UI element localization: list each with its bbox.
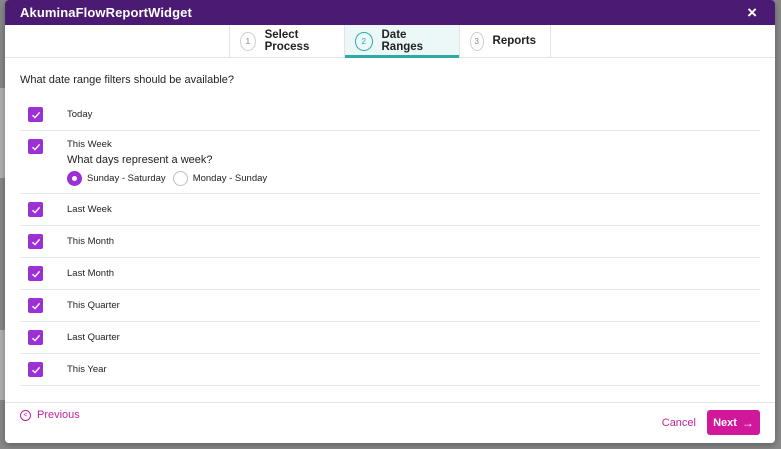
monday-sunday-radio[interactable]: Monday - Sunday bbox=[172, 171, 268, 186]
option-label: This Quarter bbox=[67, 300, 120, 311]
this-year-checkbox[interactable] bbox=[28, 362, 43, 377]
previous-label: Previous bbox=[37, 409, 80, 421]
option-this-month: This Month bbox=[20, 226, 760, 258]
last-month-checkbox[interactable] bbox=[28, 266, 43, 281]
option-label: Last Week bbox=[67, 204, 112, 215]
radio-unselected-icon bbox=[172, 171, 188, 186]
dialog-body: What date range filters should be availa… bbox=[5, 58, 775, 386]
date-range-options: Today This Week What days represent a we… bbox=[20, 99, 760, 386]
option-this-week: This Week What days represent a week? Su… bbox=[20, 131, 760, 194]
option-label: This Week bbox=[67, 139, 112, 150]
step-label: Select Process bbox=[264, 29, 310, 53]
week-days-radio-group: Sunday - Saturday Monday - Sunday bbox=[67, 171, 274, 186]
option-label: Last Month bbox=[67, 268, 114, 279]
checkmark-icon bbox=[31, 111, 40, 119]
step-number: 2 bbox=[355, 31, 373, 51]
last-quarter-checkbox[interactable] bbox=[28, 330, 43, 345]
this-month-checkbox[interactable] bbox=[28, 234, 43, 249]
dialog-footer: < Previous Cancel Next → bbox=[5, 402, 775, 443]
previous-button[interactable]: < Previous bbox=[20, 409, 80, 421]
option-label: Today bbox=[67, 109, 93, 120]
option-this-year: This Year bbox=[20, 354, 760, 386]
today-checkbox[interactable] bbox=[28, 107, 43, 122]
option-last-week: Last Week bbox=[20, 194, 760, 226]
step-select-process[interactable]: 1 Select Process bbox=[229, 25, 344, 57]
dialog: AkuminaFlowReportWidget × 1 Select Proce… bbox=[5, 0, 775, 443]
option-label: This Month bbox=[67, 236, 114, 247]
sunday-saturday-radio[interactable]: Sunday - Saturday bbox=[67, 171, 166, 186]
option-last-month: Last Month bbox=[20, 258, 760, 290]
radio-selected-icon bbox=[67, 171, 82, 186]
week-days-question: What days represent a week? bbox=[67, 154, 213, 166]
checkmark-icon bbox=[31, 302, 40, 310]
checkmark-icon bbox=[31, 143, 40, 151]
next-button[interactable]: Next → bbox=[707, 410, 760, 435]
checkmark-icon bbox=[31, 206, 40, 214]
wizard-stepper: 1 Select Process 2 Date Ranges 3 Reports bbox=[5, 25, 775, 58]
close-icon[interactable]: × bbox=[747, 4, 757, 21]
step-label: Date Ranges bbox=[381, 29, 424, 53]
option-label: Last Quarter bbox=[67, 332, 120, 343]
checkmark-icon bbox=[31, 238, 40, 246]
step-date-ranges[interactable]: 2 Date Ranges bbox=[344, 25, 459, 58]
option-last-quarter: Last Quarter bbox=[20, 322, 760, 354]
dialog-header: AkuminaFlowReportWidget × bbox=[5, 0, 775, 25]
this-quarter-checkbox[interactable] bbox=[28, 298, 43, 313]
step-number: 3 bbox=[470, 31, 484, 51]
step-reports[interactable]: 3 Reports bbox=[459, 25, 551, 57]
arrow-right-icon: → bbox=[741, 415, 754, 430]
option-today: Today bbox=[20, 99, 760, 131]
next-label: Next bbox=[713, 416, 737, 429]
option-label: This Year bbox=[67, 364, 107, 375]
checkmark-icon bbox=[31, 270, 40, 278]
checkmark-icon bbox=[31, 334, 40, 342]
filters-question: What date range filters should be availa… bbox=[20, 74, 235, 86]
this-week-content: This Week What days represent a week? Su… bbox=[67, 139, 274, 186]
dialog-title: AkuminaFlowReportWidget bbox=[20, 5, 192, 20]
cancel-button[interactable]: Cancel bbox=[662, 417, 696, 429]
step-number: 1 bbox=[240, 31, 256, 51]
option-this-quarter: This Quarter bbox=[20, 290, 760, 322]
this-week-checkbox[interactable] bbox=[28, 139, 43, 154]
radio-label: Sunday - Saturday bbox=[87, 173, 166, 184]
last-week-checkbox[interactable] bbox=[28, 202, 43, 217]
checkmark-icon bbox=[31, 366, 40, 374]
radio-label: Monday - Sunday bbox=[192, 173, 268, 184]
chevron-left-circle-icon: < bbox=[20, 409, 31, 421]
step-label: Reports bbox=[492, 35, 536, 47]
